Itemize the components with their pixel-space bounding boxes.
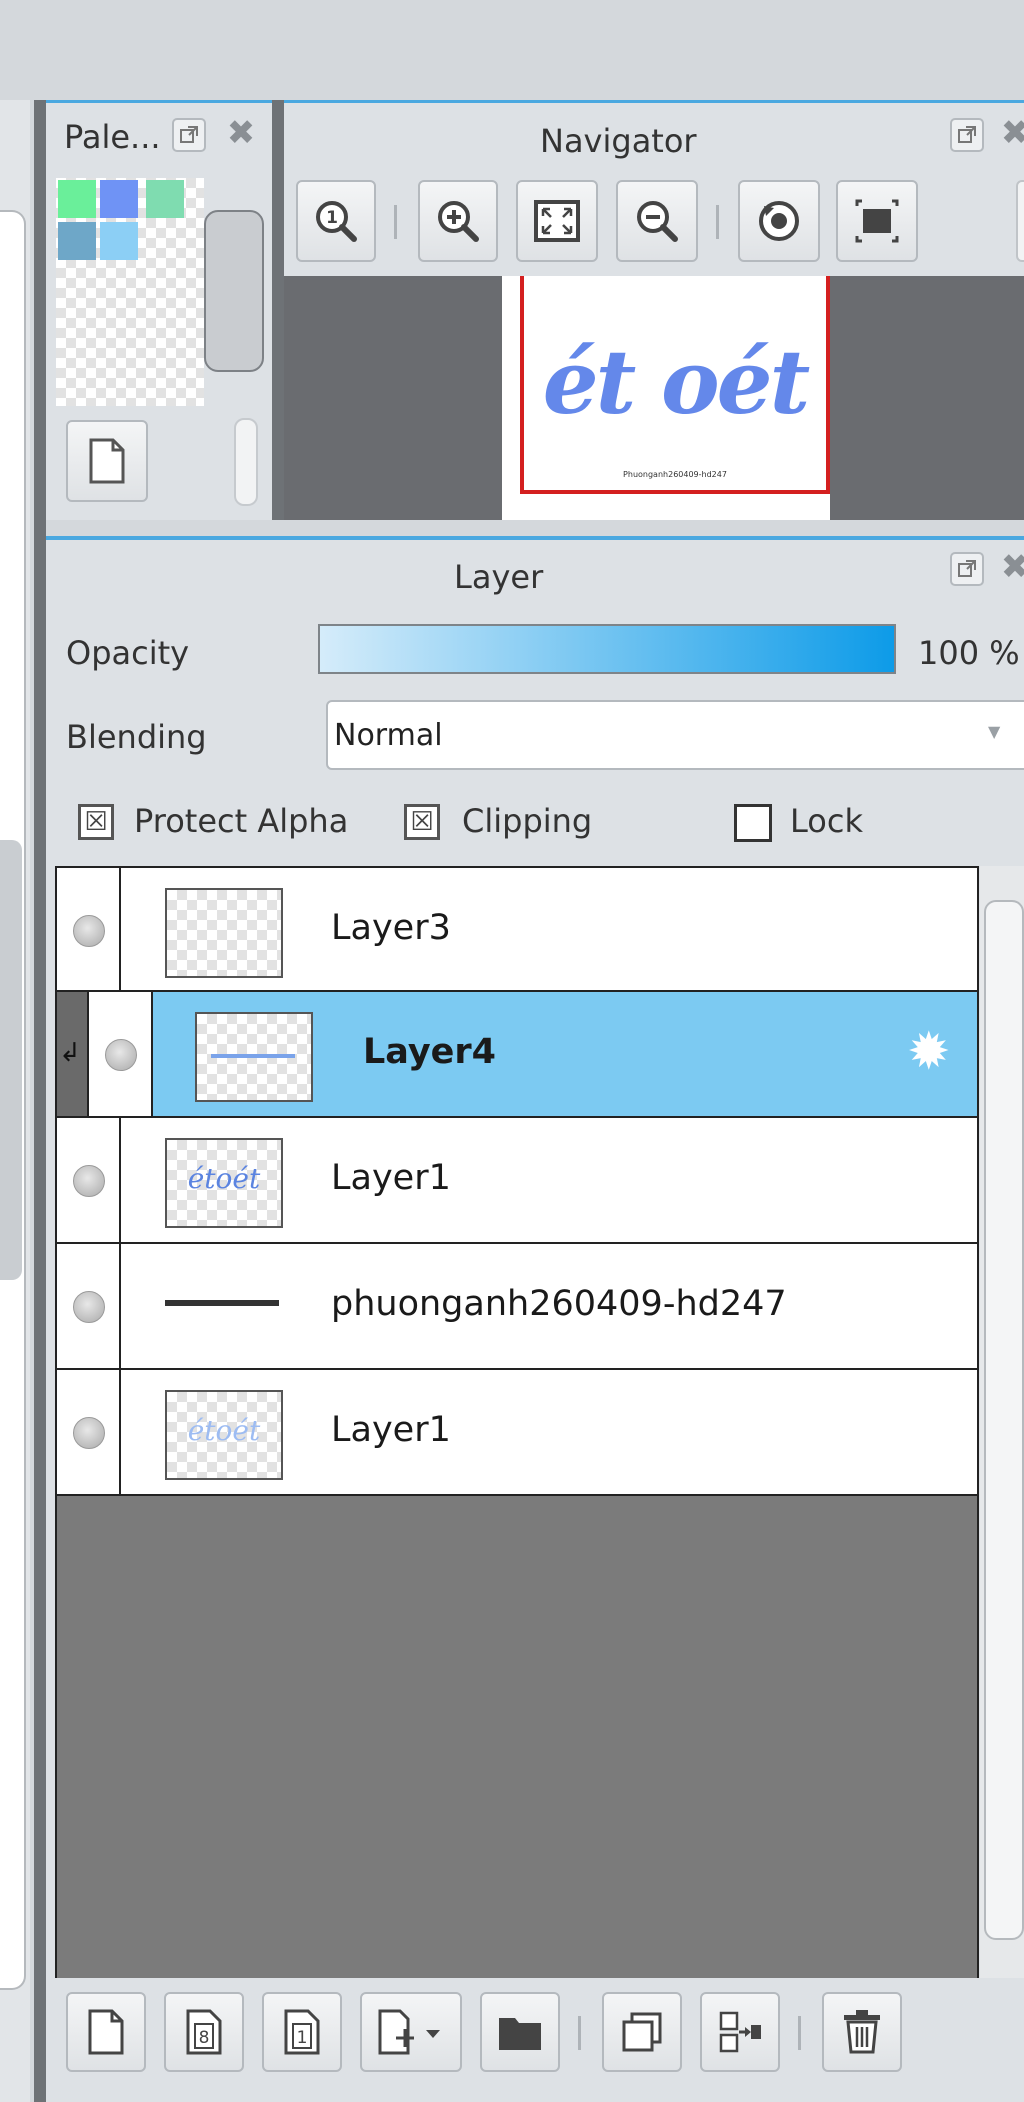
layer-row[interactable]: phuonganh260409-hd247: [55, 1244, 979, 1370]
opacity-slider-fill: [320, 626, 894, 672]
palette-swatch[interactable]: [58, 180, 96, 218]
layer-thumbnail: étoét: [165, 1138, 283, 1228]
close-icon[interactable]: ✖: [998, 113, 1024, 153]
zoom-out-button[interactable]: [616, 180, 698, 262]
lock-label[interactable]: Lock: [790, 802, 863, 840]
clipping-label[interactable]: Clipping: [462, 802, 592, 840]
palette-swatch[interactable]: [58, 222, 96, 260]
visibility-toggle-icon[interactable]: [73, 1291, 105, 1323]
zoom-in-button[interactable]: [418, 180, 498, 262]
rotate-reset-button[interactable]: [738, 180, 820, 262]
delete-layer-button[interactable]: [822, 1992, 902, 2072]
layer-thumbnail: [195, 1012, 313, 1102]
palette-swatch[interactable]: [146, 180, 184, 218]
flip-canvas-button[interactable]: [836, 180, 918, 262]
visibility-column: [57, 1244, 121, 1368]
layer-name: Layer3: [331, 908, 451, 948]
blending-select-value: Normal: [334, 718, 443, 753]
layer-name: Layer4: [363, 1032, 497, 1072]
navigator-preview-subtext: Phuonganh260409-hd247: [623, 470, 727, 479]
layer-name: Layer1: [331, 1410, 451, 1450]
layer-row-selected[interactable]: ↲ Layer4 ✹: [55, 992, 979, 1118]
visibility-column: [57, 1118, 121, 1242]
lock-checkbox[interactable]: [734, 804, 772, 842]
zoom-actual-size-button[interactable]: 1: [296, 180, 376, 262]
palette-right-border: [272, 100, 284, 520]
fit-to-window-button[interactable]: [516, 180, 598, 262]
layer-row[interactable]: Layer3: [55, 866, 979, 992]
layer-scroll-thumb[interactable]: [984, 900, 1024, 1940]
new-8bit-layer-button[interactable]: 8: [164, 1992, 244, 2072]
navigator-toolbar-overflow[interactable]: [1016, 180, 1024, 262]
layer-thumbnail: étoét: [165, 1390, 283, 1480]
new-folder-button[interactable]: [480, 1992, 560, 2072]
toolbar-separator: [716, 205, 719, 239]
gear-icon[interactable]: ✹: [907, 1022, 951, 1082]
svg-text:1: 1: [297, 2028, 308, 2048]
close-icon[interactable]: ✖: [224, 113, 258, 153]
visibility-column: [89, 992, 153, 1116]
merge-layer-button[interactable]: [700, 1992, 780, 2072]
palette-swatch[interactable]: [100, 222, 138, 260]
chevron-down-icon: ▼: [988, 722, 1001, 741]
clipping-indicator: ↲: [57, 992, 89, 1116]
layer-thumbnail: [165, 888, 283, 978]
visibility-toggle-icon[interactable]: [73, 1417, 105, 1449]
float-icon[interactable]: [172, 118, 206, 152]
new-palette-button[interactable]: [66, 420, 148, 502]
thumb-text: étoét: [187, 1162, 261, 1195]
visibility-column: [57, 1370, 121, 1494]
palette-swatch[interactable]: [100, 180, 138, 218]
left-scroll-thumb[interactable]: [0, 840, 22, 1280]
blending-select[interactable]: Normal ▼: [326, 700, 1024, 770]
navigator-title: Navigator: [540, 122, 697, 160]
layer-panel-title: Layer: [454, 558, 544, 596]
close-icon[interactable]: ✖: [998, 547, 1024, 587]
svg-text:1: 1: [326, 208, 338, 228]
protect-alpha-label[interactable]: Protect Alpha: [134, 802, 348, 840]
layer-thumbnail: [165, 1300, 279, 1306]
visibility-toggle-icon[interactable]: [73, 1165, 105, 1197]
navigator-preview-text: ét oét: [542, 330, 811, 434]
visibility-toggle-icon[interactable]: [105, 1039, 137, 1071]
opacity-label: Opacity: [66, 634, 190, 672]
toolbar-separator: [578, 2016, 581, 2050]
toolbar-separator: [798, 2016, 801, 2050]
visibility-column: [57, 868, 121, 990]
add-layer-dropdown-button[interactable]: [360, 1992, 462, 2072]
palette-scroll-thumb[interactable]: [204, 210, 264, 372]
clipping-checkbox[interactable]: ☒: [404, 804, 440, 840]
new-layer-button[interactable]: [66, 1992, 146, 2072]
opacity-slider[interactable]: [318, 624, 896, 674]
panel-divider[interactable]: [34, 100, 46, 2102]
opacity-value: 100 %: [918, 634, 1020, 672]
protect-alpha-checkbox[interactable]: ☒: [78, 804, 114, 840]
layer-name: phuonganh260409-hd247: [331, 1284, 787, 1324]
float-icon[interactable]: [950, 118, 984, 152]
new-1bit-layer-button[interactable]: 1: [262, 1992, 342, 2072]
layer-row[interactable]: étoét Layer1: [55, 1118, 979, 1244]
layer-name: Layer1: [331, 1158, 451, 1198]
float-icon[interactable]: [950, 552, 984, 586]
thumb-text: étoét: [187, 1414, 261, 1447]
svg-text:8: 8: [199, 2028, 210, 2048]
palette-mini-scroll[interactable]: [234, 418, 258, 506]
visibility-toggle-icon[interactable]: [73, 915, 105, 947]
layer-row[interactable]: étoét Layer1: [55, 1370, 979, 1496]
duplicate-layer-button[interactable]: [602, 1992, 682, 2072]
palette-title: Pale...: [64, 118, 161, 156]
toolbar-separator: [394, 205, 397, 239]
clip-arrow-icon: ↲: [59, 1038, 81, 1068]
thumb-stroke: [211, 1054, 295, 1058]
blending-label: Blending: [66, 718, 207, 756]
